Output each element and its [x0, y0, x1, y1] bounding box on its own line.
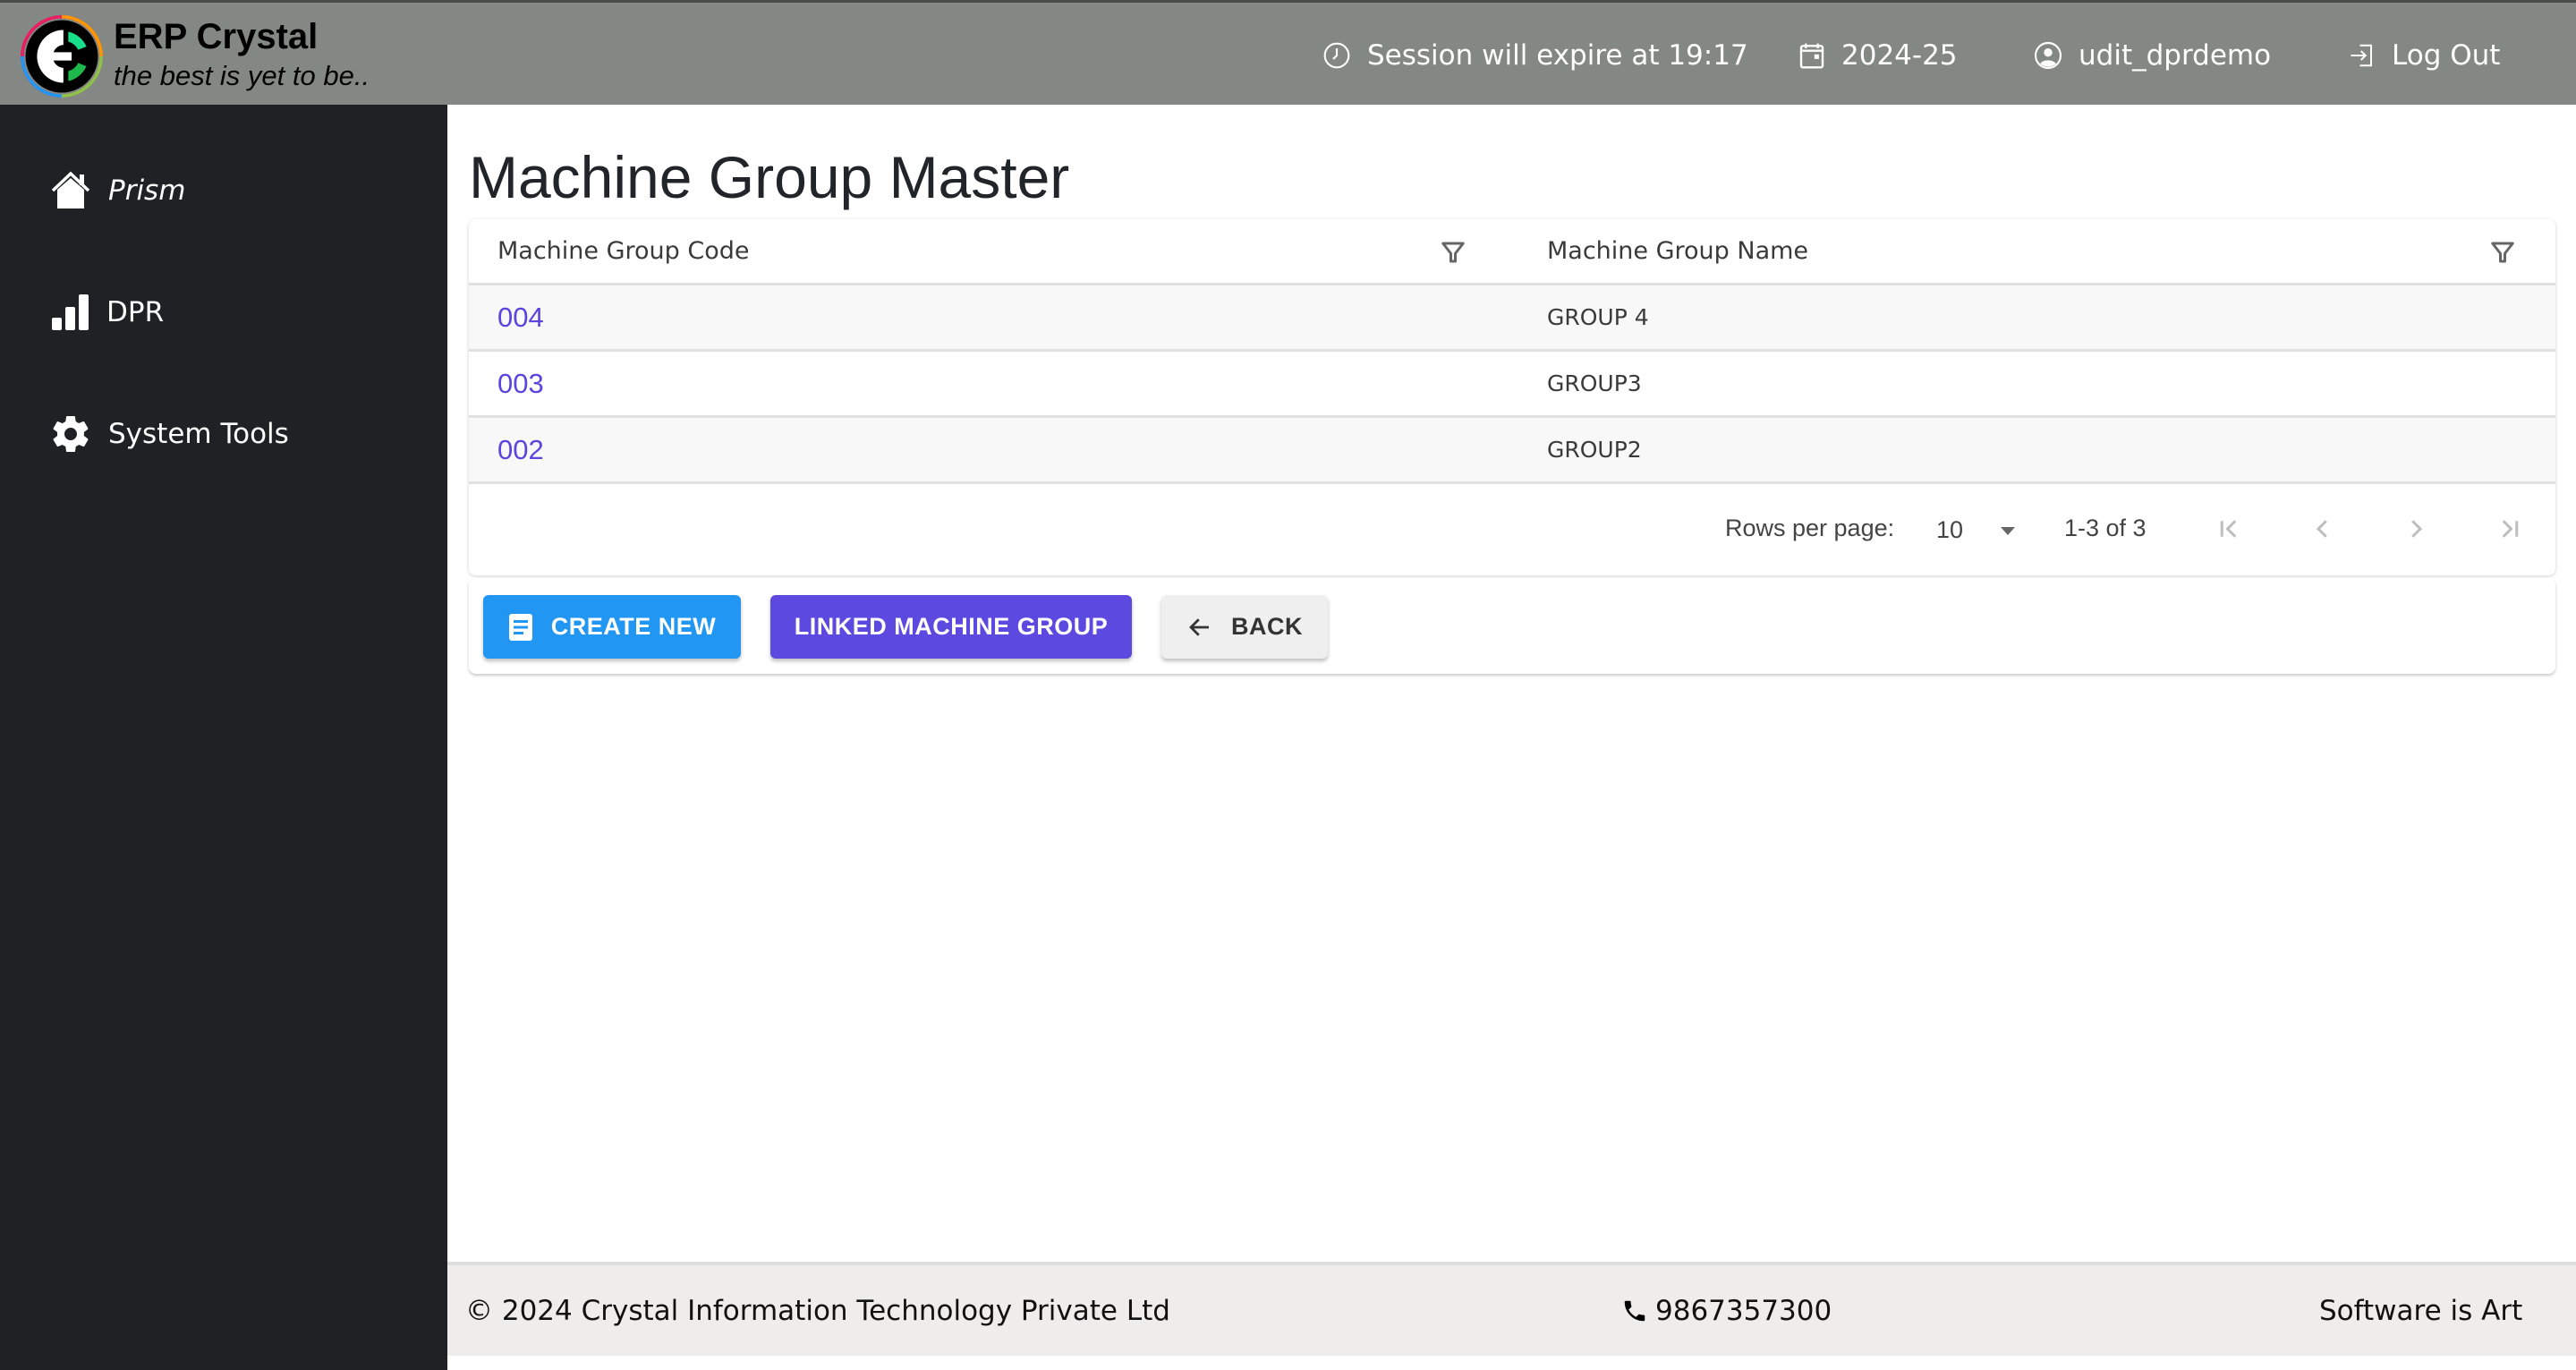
rows-per-page-value: 10 [1936, 516, 1964, 543]
pagination: Rows per page: 10 1-3 of 3 [469, 484, 2555, 575]
financial-year-text: 2024-25 [1841, 39, 1958, 72]
linked-machine-group-button[interactable]: LINKED MACHINE GROUP [770, 595, 1132, 659]
table-row[interactable]: 002 GROUP2 [469, 418, 2555, 484]
filter-icon[interactable] [1440, 239, 1467, 266]
filter-icon[interactable] [2489, 239, 2516, 266]
brand-tagline: the best is yet to be.. [114, 60, 370, 91]
footer-slogan: Software is Art [2319, 1294, 2523, 1327]
chevron-left-icon [2316, 520, 2327, 538]
top-header: ERP Crystal the best is yet to be.. Sess… [0, 0, 2576, 105]
brand-title: ERP Crystal [114, 17, 319, 56]
chevron-right-icon [2411, 520, 2423, 538]
create-new-label: CREATE NEW [550, 613, 717, 640]
username: udit_dprdemo [2079, 39, 2272, 72]
logout-icon [2351, 44, 2372, 67]
page-title: Machine Group Master [469, 144, 1070, 210]
column-header-code[interactable]: Machine Group Code [497, 219, 750, 283]
logout-label: Log Out [2392, 39, 2501, 72]
action-bar: CREATE NEW LINKED MACHINE GROUP BACK [469, 578, 2555, 674]
machine-group-name: GROUP 4 [1547, 304, 1649, 330]
back-button[interactable]: BACK [1161, 595, 1328, 659]
last-page-button[interactable] [2491, 511, 2527, 547]
table-row[interactable]: 004 GROUP 4 [469, 285, 2555, 352]
contact-phone: 9867357300 [1621, 1265, 1832, 1356]
machine-group-code-link[interactable]: 004 [497, 285, 544, 349]
phone-icon [1624, 1300, 1645, 1321]
arrow-left-icon [1189, 617, 1209, 636]
sidebar: Prism DPR System Tools [0, 105, 447, 1370]
next-page-button[interactable] [2398, 511, 2434, 547]
footer: © 2024 Crystal Information Technology Pr… [447, 1262, 2576, 1356]
financial-year[interactable]: 2024-25 [1798, 35, 1958, 76]
sidebar-item-dpr[interactable]: DPR [49, 287, 164, 337]
pagination-range: 1-3 of 3 [2064, 515, 2147, 541]
session-expiry-text: Session will expire at 19:17 [1367, 39, 1748, 72]
session-expiry: Session will expire at 19:17 [1322, 35, 1748, 76]
bar-chart-icon [52, 294, 89, 330]
machine-group-code-link[interactable]: 003 [497, 352, 544, 415]
create-new-button[interactable]: CREATE NEW [483, 595, 741, 659]
table-row[interactable]: 003 GROUP3 [469, 352, 2555, 418]
back-label: BACK [1231, 613, 1303, 640]
linked-machine-group-label: LINKED MACHINE GROUP [794, 613, 1109, 640]
machine-group-name: GROUP3 [1547, 370, 1642, 396]
user-circle-icon [2034, 41, 2062, 70]
machine-group-code-link[interactable]: 002 [497, 418, 544, 481]
gear-icon [53, 416, 89, 453]
home-icon [51, 171, 90, 208]
sidebar-item-label: DPR [106, 296, 165, 328]
logout-button[interactable]: Log Out [2349, 35, 2500, 76]
sidebar-item-system-tools[interactable]: System Tools [49, 409, 289, 459]
sidebar-item-label: Prism [108, 174, 186, 207]
rows-per-page-label: Rows per page: [1725, 515, 1895, 541]
dropdown-arrow-icon [2001, 526, 2016, 535]
table-header: Machine Group Code Machine Group Name [469, 219, 2555, 285]
phone-number: 9867357300 [1655, 1294, 1832, 1327]
document-icon [508, 613, 532, 641]
sidebar-item-prism[interactable]: Prism [49, 166, 185, 216]
rows-per-page-select[interactable]: 10 [1936, 516, 2026, 544]
column-header-name[interactable]: Machine Group Name [1547, 219, 1808, 283]
erp-crystal-logo[interactable] [21, 15, 103, 98]
copyright-text: © 2024 Crystal Information Technology Pr… [465, 1294, 1170, 1327]
sidebar-item-label: System Tools [108, 418, 289, 450]
last-page-icon [2502, 520, 2519, 538]
first-page-button[interactable] [2212, 511, 2248, 547]
previous-page-button[interactable] [2305, 511, 2341, 547]
user-profile[interactable]: udit_dprdemo [2034, 35, 2271, 76]
calendar-icon [1799, 43, 1824, 69]
clock-icon [1323, 42, 1350, 69]
first-page-icon [2220, 520, 2237, 538]
machine-group-table: Machine Group Code Machine Group Name 00… [469, 219, 2555, 575]
machine-group-name: GROUP2 [1547, 437, 1642, 463]
